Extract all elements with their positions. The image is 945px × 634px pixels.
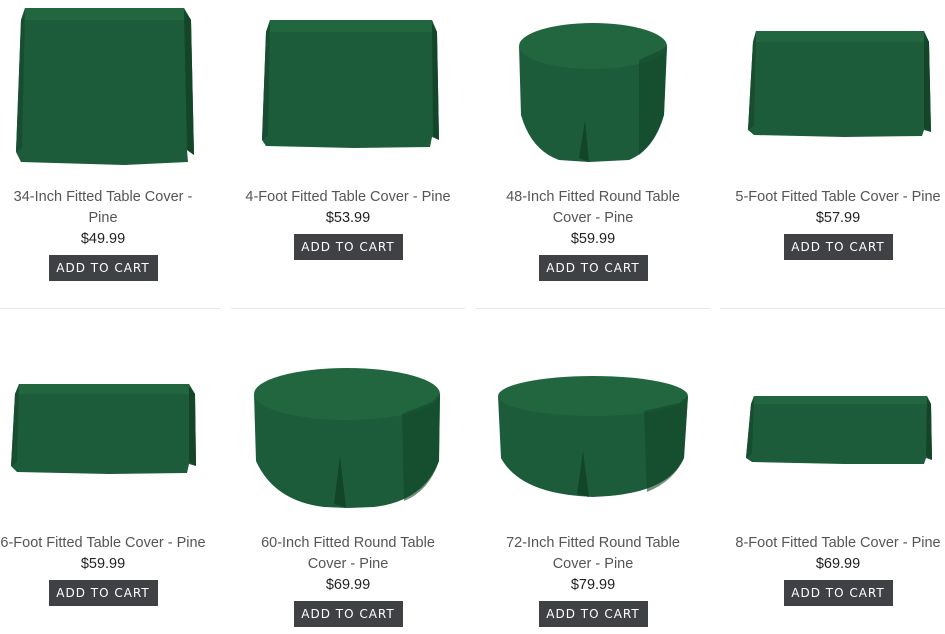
product-image[interactable] (479, 0, 707, 170)
product-title[interactable]: 72-Inch Fitted Round Table Cover - Pine (498, 533, 688, 575)
product-price: $57.99 (815, 210, 861, 226)
product-price: $59.99 (570, 231, 616, 247)
product-image[interactable] (234, 0, 462, 170)
product-price: $53.99 (325, 210, 371, 226)
product-card: 5-Foot Fitted Table Cover - Pine $57.99 … (724, 0, 945, 260)
product-price: $69.99 (815, 556, 861, 572)
row-divider (476, 308, 710, 309)
product-card: 34-Inch Fitted Table Cover - Pine $49.99… (0, 0, 217, 281)
product-title[interactable]: 34-Inch Fitted Table Cover - Pine (8, 187, 198, 229)
product-card: 6-Foot Fitted Table Cover - Pine $59.99 … (0, 346, 217, 606)
product-title[interactable]: 8-Foot Fitted Table Cover - Pine (724, 533, 945, 554)
row-divider (231, 308, 465, 309)
product-price: $59.99 (80, 556, 126, 572)
add-to-cart-button[interactable]: ADD TO CART (48, 255, 158, 281)
product-image[interactable] (0, 346, 217, 516)
product-image[interactable] (479, 346, 707, 516)
product-price: $69.99 (325, 577, 371, 593)
product-title[interactable]: 4-Foot Fitted Table Cover - Pine (234, 187, 462, 208)
product-image[interactable] (234, 346, 462, 516)
product-title[interactable]: 6-Foot Fitted Table Cover - Pine (0, 533, 217, 554)
row-divider (0, 308, 220, 309)
product-title[interactable]: 5-Foot Fitted Table Cover - Pine (724, 187, 945, 208)
product-image[interactable] (724, 346, 945, 516)
product-title[interactable]: 48-Inch Fitted Round Table Cover - Pine (498, 187, 688, 229)
product-card: 8-Foot Fitted Table Cover - Pine $69.99 … (724, 346, 945, 606)
product-image[interactable] (0, 0, 217, 170)
add-to-cart-button[interactable]: ADD TO CART (538, 601, 648, 627)
product-image[interactable] (724, 0, 945, 170)
product-card: 4-Foot Fitted Table Cover - Pine $53.99 … (234, 0, 462, 260)
row-divider (721, 308, 945, 309)
product-price: $79.99 (570, 577, 616, 593)
add-to-cart-button[interactable]: ADD TO CART (293, 234, 403, 260)
add-to-cart-button[interactable]: ADD TO CART (783, 234, 893, 260)
product-title[interactable]: 60-Inch Fitted Round Table Cover - Pine (253, 533, 443, 575)
product-card: 72-Inch Fitted Round Table Cover - Pine … (479, 346, 707, 627)
product-card: 60-Inch Fitted Round Table Cover - Pine … (234, 346, 462, 627)
product-card: 48-Inch Fitted Round Table Cover - Pine … (479, 0, 707, 281)
product-price: $49.99 (80, 231, 126, 247)
add-to-cart-button[interactable]: ADD TO CART (783, 580, 893, 606)
add-to-cart-button[interactable]: ADD TO CART (538, 255, 648, 281)
add-to-cart-button[interactable]: ADD TO CART (48, 580, 158, 606)
add-to-cart-button[interactable]: ADD TO CART (293, 601, 403, 627)
